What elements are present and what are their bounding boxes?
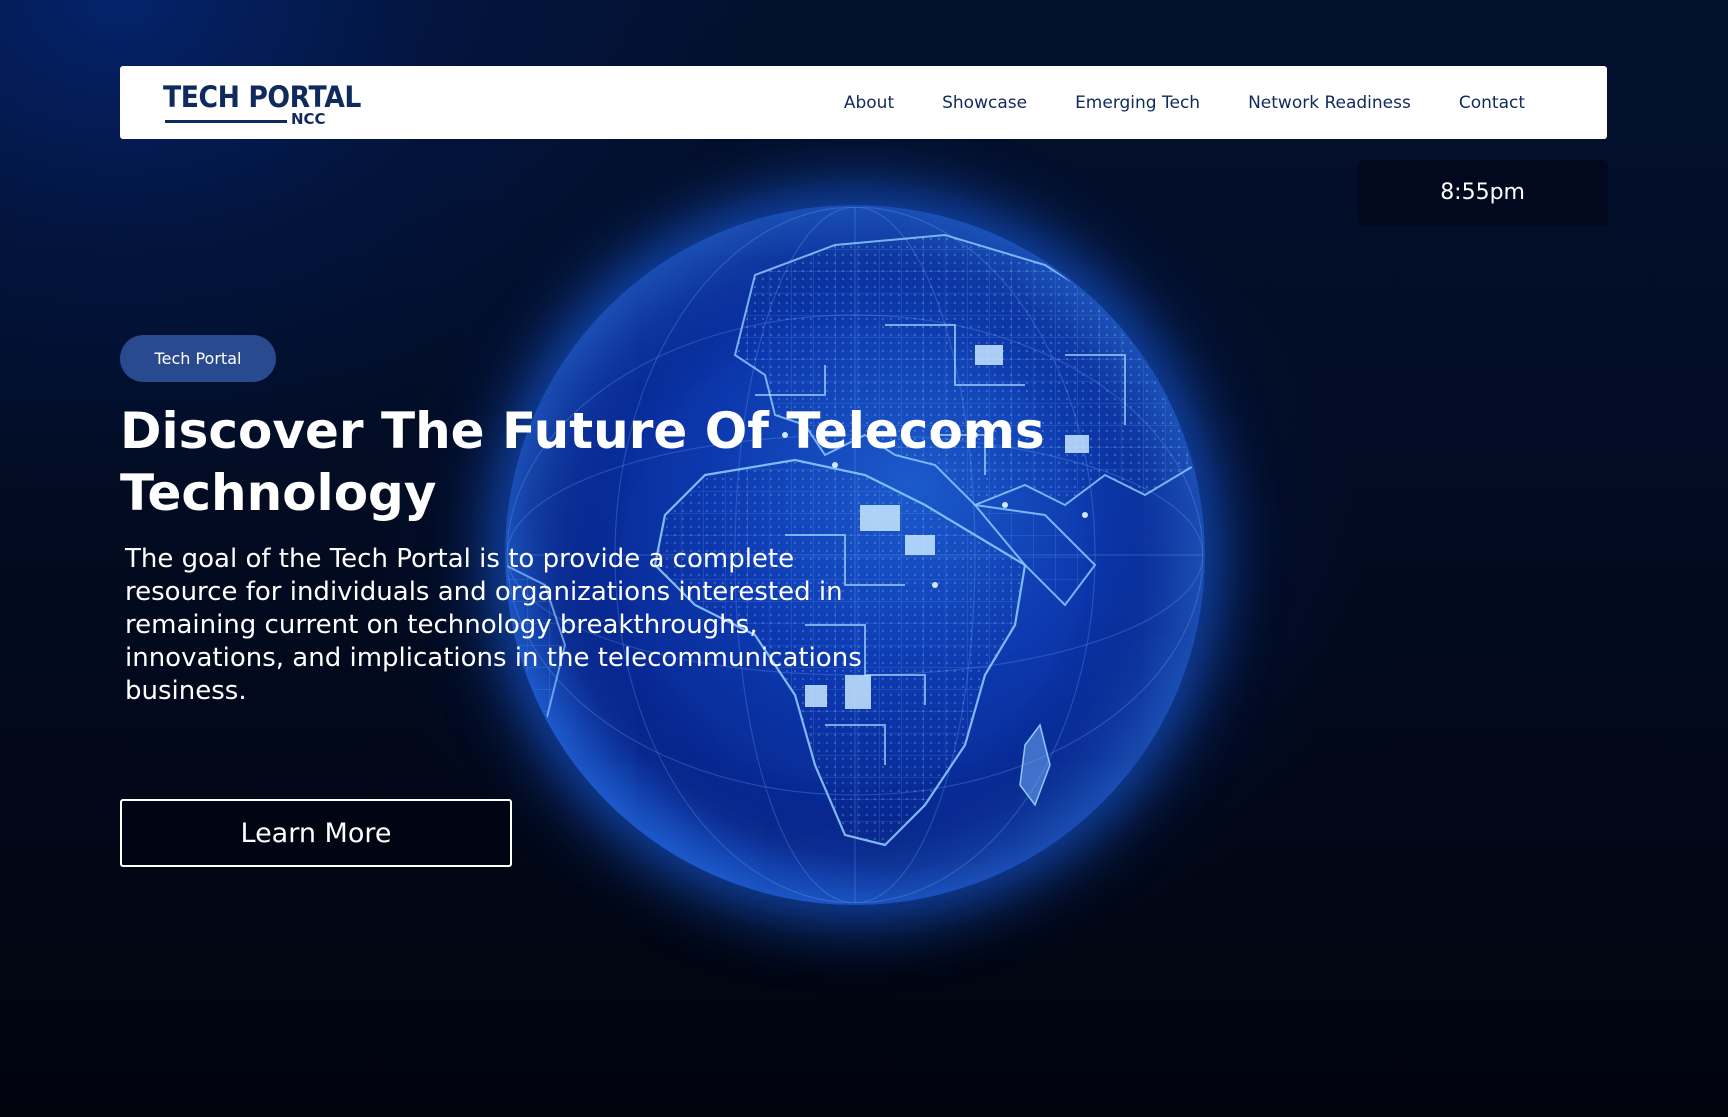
learn-more-button[interactable]: Learn More <box>120 799 512 867</box>
nav-links: About Showcase Emerging Tech Network Rea… <box>844 66 1525 139</box>
clock-widget: 8:55pm <box>1358 160 1608 226</box>
nav-link-network-readiness[interactable]: Network Readiness <box>1248 93 1411 113</box>
nav-link-about[interactable]: About <box>844 93 894 113</box>
hero-badge: Tech Portal <box>120 335 276 382</box>
page: TECH PORTAL NCC About Showcase Emerging … <box>0 0 1728 1117</box>
hero-description: The goal of the Tech Portal is to provid… <box>125 544 862 706</box>
top-navbar: TECH PORTAL NCC About Showcase Emerging … <box>120 66 1607 139</box>
nav-link-contact[interactable]: Contact <box>1459 93 1525 113</box>
logo-underline <box>165 120 287 123</box>
logo-wordmark: TECH PORTAL <box>163 80 361 114</box>
clock-time: 8:55pm <box>1440 180 1525 205</box>
nav-link-emerging-tech[interactable]: Emerging Tech <box>1075 93 1200 113</box>
logo-subtext: NCC <box>291 110 326 128</box>
nav-link-showcase[interactable]: Showcase <box>942 93 1027 113</box>
tech-portal-logo[interactable]: TECH PORTAL NCC <box>163 80 361 130</box>
hero-title: Discover The Future Of Telecoms Technolo… <box>120 402 1045 522</box>
